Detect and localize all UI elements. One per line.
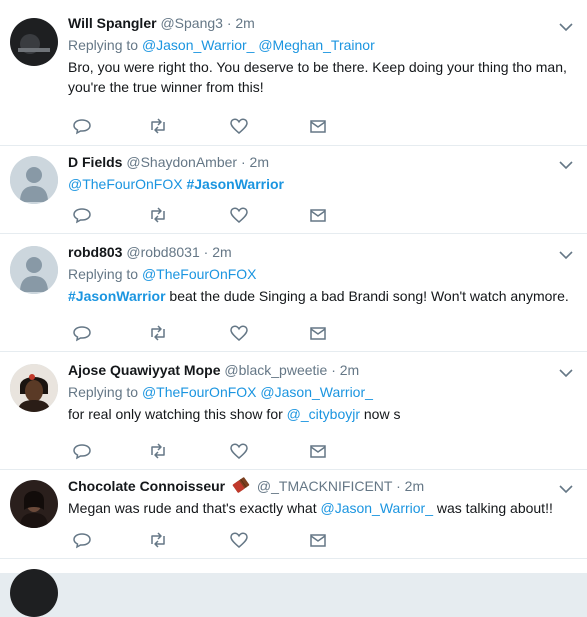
retweet-icon[interactable] xyxy=(148,205,168,225)
tweet-text: #JasonWarrior beat the dude Singing a ba… xyxy=(68,286,577,306)
reply-icon[interactable] xyxy=(72,323,92,343)
tweet-actions xyxy=(68,323,338,343)
tweet-text-body: beat the dude Singing a bad Brandi song!… xyxy=(165,288,569,304)
chevron-down-icon[interactable] xyxy=(559,368,573,378)
tweet-actions xyxy=(68,205,338,225)
chevron-down-icon[interactable] xyxy=(559,250,573,260)
tweet-text: Megan was rude and that's exactly what @… xyxy=(68,498,577,518)
chevron-down-icon[interactable] xyxy=(559,22,573,32)
replying-to: Replying to @Jason_Warrior_ @Meghan_Trai… xyxy=(68,35,577,55)
tweet-3[interactable]: robd803 @robd8031 · 2m Replying to @TheF… xyxy=(0,234,587,352)
hashtag-link[interactable]: #JasonWarrior xyxy=(186,176,284,192)
envelope-icon[interactable] xyxy=(308,205,328,225)
tweet-4[interactable]: Ajose Quawiyyat Mope @black_pweetie · 2m… xyxy=(0,352,587,470)
separator-dot: · xyxy=(240,154,246,170)
avatar[interactable] xyxy=(10,156,58,204)
heart-icon[interactable] xyxy=(229,323,249,343)
user-handle[interactable]: @robd8031 xyxy=(126,244,199,260)
tweet-6-partial[interactable] xyxy=(0,559,587,617)
reply-icon[interactable] xyxy=(72,116,92,136)
replying-to-label: Replying to xyxy=(68,37,139,53)
mention-link[interactable]: @Jason_Warrior_ xyxy=(142,37,255,53)
hashtag-link[interactable]: #JasonWarrior xyxy=(68,288,166,304)
tweet-text-body: Megan was rude and that's exactly what xyxy=(68,500,321,516)
tweet-header: Ajose Quawiyyat Mope @black_pweetie · 2m xyxy=(68,361,577,380)
tweet-feed: Will Spangler @Spang3 · 2m Replying to @… xyxy=(0,0,587,617)
separator-dot: · xyxy=(331,362,336,378)
envelope-icon[interactable] xyxy=(308,441,328,461)
display-name[interactable]: Ajose Quawiyyat Mope xyxy=(68,362,220,378)
timestamp[interactable]: 2m xyxy=(340,362,359,378)
retweet-icon[interactable] xyxy=(148,116,168,136)
display-name[interactable]: D Fields xyxy=(68,154,122,170)
replying-to-label: Replying to xyxy=(68,266,139,282)
tweet-actions xyxy=(68,530,338,550)
mention-link[interactable]: @TheFourOnFOX xyxy=(142,384,257,400)
mention-link[interactable]: @Jason_Warrior_ xyxy=(260,384,373,400)
timestamp[interactable]: 2m xyxy=(212,244,231,260)
timestamp[interactable]: 2m xyxy=(235,15,254,31)
display-name[interactable]: Chocolate Connoisseur xyxy=(68,478,225,494)
tweet-text: Bro, you were right tho. You deserve to … xyxy=(68,59,567,95)
display-name[interactable]: Will Spangler xyxy=(68,15,157,31)
mention-link[interactable]: @TheFourOnFOX xyxy=(68,176,183,192)
separator-dot: · xyxy=(226,15,232,31)
envelope-icon[interactable] xyxy=(308,530,328,550)
reply-icon[interactable] xyxy=(72,530,92,550)
separator-dot: · xyxy=(203,244,209,260)
timestamp[interactable]: 2m xyxy=(250,154,269,170)
retweet-icon[interactable] xyxy=(148,323,168,343)
user-handle[interactable]: @Spang3 xyxy=(160,15,222,31)
avatar[interactable] xyxy=(10,18,58,66)
avatar[interactable] xyxy=(10,364,58,412)
user-handle[interactable]: @_TMACKNIFICENT xyxy=(257,478,392,494)
timestamp[interactable]: 2m xyxy=(405,478,424,494)
user-handle[interactable]: @ShaydonAmber xyxy=(126,154,237,170)
mention-link[interactable]: @TheFourOnFOX xyxy=(142,266,257,282)
user-handle[interactable]: @black_pweetie xyxy=(224,362,327,378)
tweet-text-body: was talking about!! xyxy=(433,500,553,516)
avatar[interactable] xyxy=(10,569,58,617)
chocolate-bar-icon xyxy=(232,477,250,493)
chevron-down-icon[interactable] xyxy=(559,160,573,170)
envelope-icon[interactable] xyxy=(308,116,328,136)
reply-icon[interactable] xyxy=(72,441,92,461)
tweet-text: for real only watching this show for @_c… xyxy=(68,404,577,424)
tweet-header: D Fields @ShaydonAmber · 2m xyxy=(68,153,577,172)
heart-icon[interactable] xyxy=(229,116,249,136)
reply-icon[interactable] xyxy=(72,205,92,225)
tweet-text: @TheFourOnFOX #JasonWarrior xyxy=(68,174,577,194)
retweet-icon[interactable] xyxy=(148,530,168,550)
tweet-5[interactable]: Chocolate Connoisseur @_TMACKNIFICENT · … xyxy=(0,470,587,559)
tweet-2[interactable]: D Fields @ShaydonAmber · 2m @TheFourOnFO… xyxy=(0,146,587,234)
tweet-1[interactable]: Will Spangler @Spang3 · 2m Replying to @… xyxy=(0,0,587,146)
chevron-down-icon[interactable] xyxy=(559,484,573,494)
separator-dot: · xyxy=(396,478,401,494)
mention-link[interactable]: @_cityboyjr xyxy=(287,406,360,422)
replying-to-label: Replying to xyxy=(68,384,139,400)
replying-to: Replying to @TheFourOnFOX @Jason_Warrior… xyxy=(68,382,577,402)
display-name[interactable]: robd803 xyxy=(68,244,122,260)
tweet-header: robd803 @robd8031 · 2m xyxy=(68,243,577,262)
tweet-header: Chocolate Connoisseur @_TMACKNIFICENT · … xyxy=(68,477,577,496)
heart-icon[interactable] xyxy=(229,205,249,225)
avatar[interactable] xyxy=(10,480,58,528)
heart-icon[interactable] xyxy=(229,441,249,461)
mention-link[interactable]: @Jason_Warrior_ xyxy=(320,500,433,516)
envelope-icon[interactable] xyxy=(308,323,328,343)
heart-icon[interactable] xyxy=(229,530,249,550)
tweet-actions xyxy=(68,116,338,136)
tweet-header: Will Spangler @Spang3 · 2m xyxy=(68,14,577,33)
retweet-icon[interactable] xyxy=(148,441,168,461)
tweet-actions xyxy=(68,441,338,461)
avatar[interactable] xyxy=(10,246,58,294)
replying-to: Replying to @TheFourOnFOX xyxy=(68,264,577,284)
tweet-text-body: for real only watching this show for xyxy=(68,406,287,422)
mention-link[interactable]: @Meghan_Trainor xyxy=(258,37,374,53)
tweet-text-body: now s xyxy=(360,406,401,422)
